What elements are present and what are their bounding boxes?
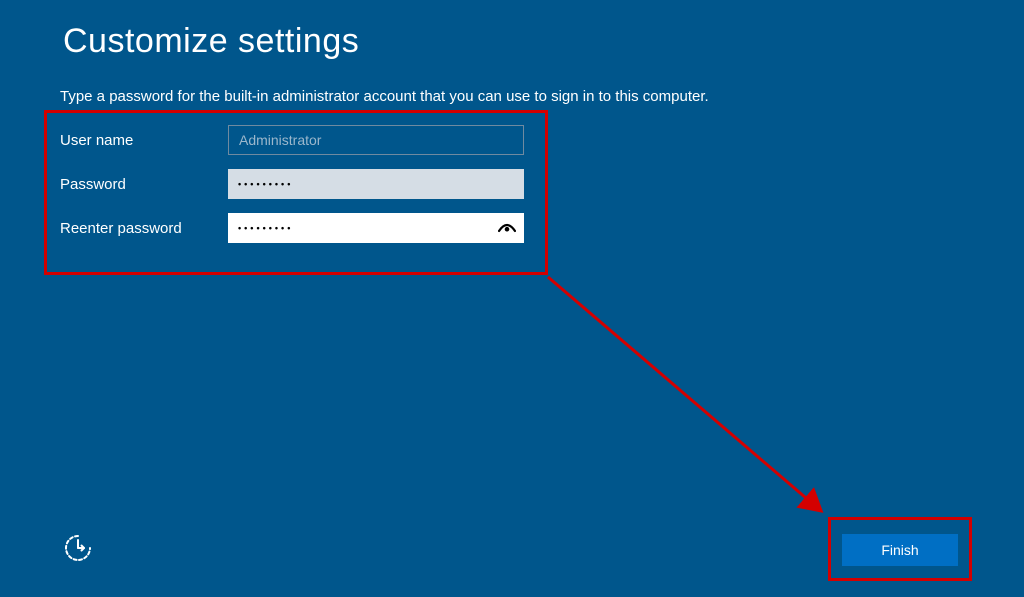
reenter-password-input[interactable] [228, 213, 524, 243]
username-input[interactable] [228, 125, 524, 155]
password-input[interactable] [228, 169, 524, 199]
page-title: Customize settings [63, 22, 359, 61]
ease-of-access-icon[interactable] [63, 533, 93, 563]
row-username: User name [60, 125, 535, 155]
row-password: Password [60, 169, 535, 199]
page-subtitle: Type a password for the built-in adminis… [60, 88, 709, 105]
username-label: User name [60, 132, 228, 149]
credentials-form: User name Password Reenter password [60, 125, 535, 257]
reveal-password-icon[interactable] [498, 222, 516, 234]
finish-button[interactable]: Finish [842, 534, 958, 566]
reenter-password-label: Reenter password [60, 220, 228, 237]
row-reenter-password: Reenter password [60, 213, 535, 243]
password-label: Password [60, 176, 228, 193]
